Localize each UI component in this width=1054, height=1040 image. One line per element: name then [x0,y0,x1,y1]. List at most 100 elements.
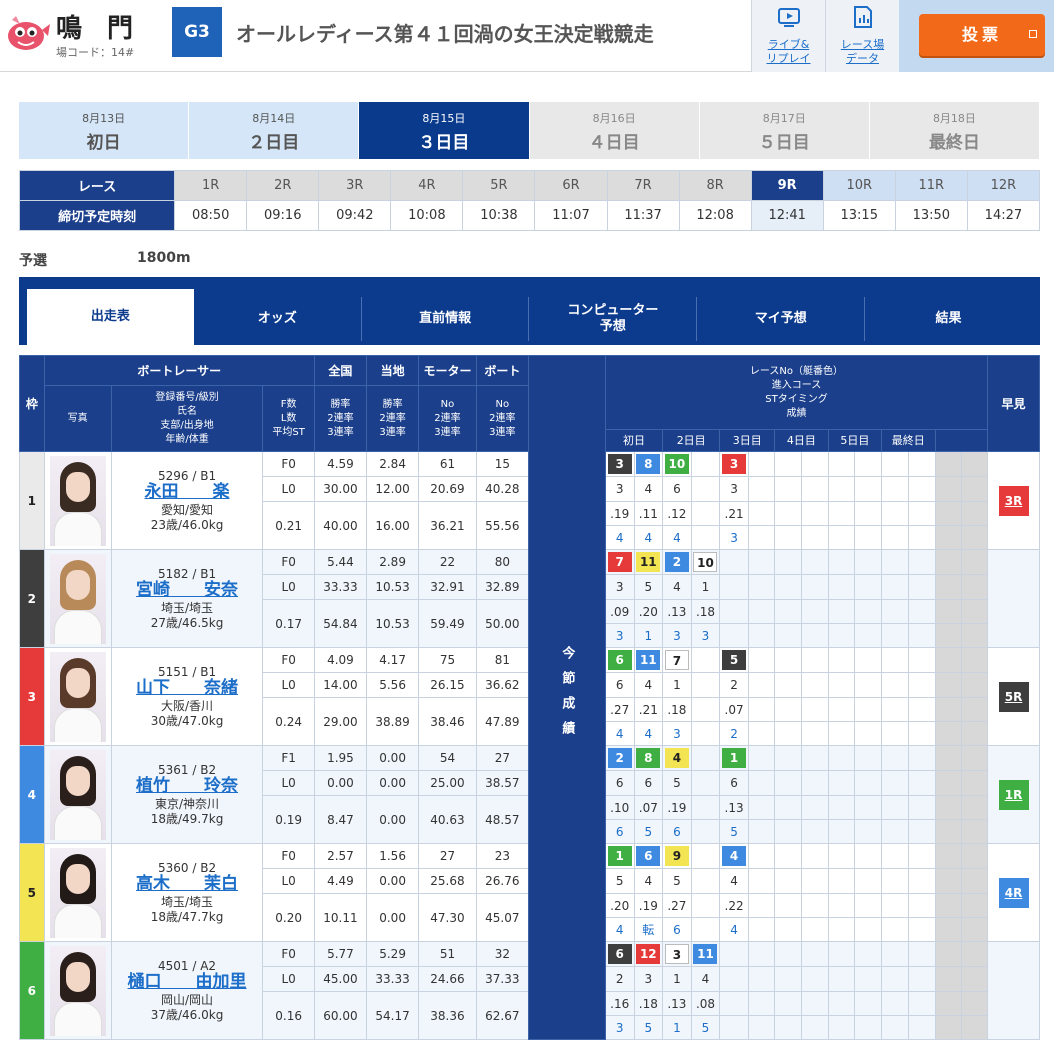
race-tab-3[interactable]: 3R [318,170,392,201]
racer-name-link[interactable]: 高木 茉白 [112,875,263,892]
venue-data-button[interactable]: レース場 データ [825,0,899,72]
live-replay-button[interactable]: ライブ& リプレイ [751,0,825,72]
result-link[interactable]: 4 [616,923,624,937]
race-tab-1[interactable]: 1R [174,170,248,201]
day-tab-4[interactable]: 8月16日 ４日目 [529,102,699,159]
race-tab-7[interactable]: 7R [606,170,680,201]
venue-data-label2[interactable]: データ [846,52,879,65]
result-cell: 2 [604,966,635,992]
racer-mot-rate: 32.91 [418,574,477,600]
result-link[interactable]: 6 [673,825,681,839]
result-cell [907,672,936,698]
result-link[interactable]: 1 [673,1021,681,1035]
day-tab-1[interactable]: 8月13日 初日 [19,102,189,159]
result-value: 3 [644,972,653,986]
race-tab-11[interactable]: 11R [894,170,968,201]
result-link[interactable]: 4 [616,531,624,545]
result-link[interactable]: 5 [644,825,652,839]
result-cell [854,721,883,746]
racer-name-link[interactable]: 宮崎 安奈 [112,581,263,598]
result-link[interactable]: 6 [616,825,624,839]
racer-name-link[interactable]: 樋口 由加里 [112,973,263,990]
result-link[interactable]: 転 [642,923,654,937]
racer-name-link[interactable]: 山下 奈緒 [112,679,263,696]
race-tab-12[interactable]: 12R [966,170,1041,201]
tab-4[interactable]: コンピューター 予想 [528,297,696,341]
result-link[interactable]: 3 [616,1021,624,1035]
race-tab-4[interactable]: 4R [390,170,464,201]
result-link[interactable]: 4 [616,727,624,741]
day-tab-5[interactable]: 8月17日 ５日目 [699,102,869,159]
result-link[interactable]: 4 [644,727,652,741]
result-cell: 4 [662,574,692,600]
result-value: .13 [667,996,687,1011]
result-label: 成績 [786,407,807,419]
result-link[interactable]: 3 [673,629,681,643]
live-replay-label1[interactable]: ライブ& [768,38,810,51]
live-replay-label2[interactable]: リプレイ [767,52,811,65]
result-link[interactable]: 5 [702,1021,710,1035]
tab-1[interactable]: 出走表 [27,289,194,345]
racer-reg: 5296 / B1 [158,468,217,483]
result-link[interactable]: 5 [644,1021,652,1035]
racer-boat-rate: 23 [475,843,529,869]
result-cell [800,745,829,771]
race-tab-5[interactable]: 5R [462,170,536,201]
result-cell [774,917,802,942]
racer-name-link[interactable]: 永田 楽 [112,483,263,500]
result-link[interactable]: 3 [702,629,710,643]
racer-branch: 岡山/岡山 [161,992,214,1007]
result-link[interactable]: 3 [730,531,738,545]
racer-profile: 5361 / B2 植竹 玲奈 東京/神奈川 18歳/49.7kg [110,745,264,844]
result-cell [907,819,936,844]
race-tab-6[interactable]: 6R [534,170,608,201]
venue-data-label1[interactable]: レース場 [841,38,884,51]
hayami-race-link[interactable]: 3R [998,485,1029,516]
race-tab-9[interactable]: 9R [750,170,824,201]
result-cell: 3 [719,525,749,550]
racer-name-link[interactable]: 植竹 玲奈 [112,777,263,794]
day-date: 8月17日 [762,112,806,125]
result-cell [854,843,883,869]
racer-mot-rate: 20.69 [418,476,477,502]
result-cell: 6 [719,770,749,796]
result-link[interactable]: 6 [673,923,681,937]
result-link[interactable]: 5 [730,825,738,839]
result-link[interactable]: 4 [730,923,738,937]
tab-5[interactable]: マイ予想 [696,297,864,341]
result-value: .13 [724,800,744,815]
racer-age: 18歳/47.7kg [150,909,224,924]
result-cell [774,893,802,918]
result-link[interactable]: 3 [673,727,681,741]
tab-2[interactable]: オッズ [194,297,361,341]
hayami-cell: 4R [987,843,1040,942]
result-link[interactable]: 3 [616,629,624,643]
result-link[interactable]: 2 [730,727,738,741]
result-cell [854,770,883,796]
hayami-cell: 3R [987,451,1040,550]
day-tab-2[interactable]: 8月14日 ２日目 [189,102,359,159]
race-tab-2[interactable]: 2R [246,170,320,201]
tab-3[interactable]: 直前情報 [360,297,529,341]
race-tab-8[interactable]: 8R [678,170,752,201]
result-link[interactable]: 4 [644,531,652,545]
hayami-race-link[interactable]: 4R [998,877,1029,908]
result-link[interactable]: 4 [673,531,681,545]
vote-button[interactable]: 投票 [919,14,1045,56]
racer-l: L0 [262,476,315,502]
result-cell: 4 [719,868,749,894]
day-tab-3[interactable]: 8月15日 ３日目 [359,102,529,159]
result-cell [747,623,776,648]
tab-6[interactable]: 結果 [864,297,1032,341]
tab-label: 直前情報 [419,311,472,326]
hayami-race-link[interactable]: 5R [998,681,1029,712]
result-cell [854,893,883,918]
hayami-race-link[interactable]: 1R [998,779,1029,810]
day-tab-6[interactable]: 8月18日 最終日 [869,102,1040,159]
race-tab-10[interactable]: 10R [822,170,896,201]
result-cell [907,697,936,722]
result-cell [800,525,829,550]
result-value: .13 [667,604,687,619]
motor-header: モーター [418,355,477,386]
result-link[interactable]: 1 [644,629,652,643]
